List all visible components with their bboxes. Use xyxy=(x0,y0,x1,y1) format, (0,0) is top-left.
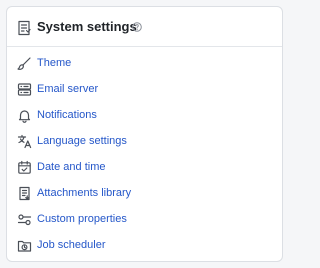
settings-item-label: Date and time xyxy=(37,161,106,173)
settings-item-label: Theme xyxy=(37,57,72,69)
settings-item-date-and-time[interactable]: Date and time xyxy=(7,155,282,181)
toggle-icon xyxy=(17,212,32,227)
settings-item-label: Language settings xyxy=(37,135,127,147)
settings-item-label: Email server xyxy=(37,83,99,95)
translate-icon xyxy=(17,134,32,149)
settings-item-attachments-library[interactable]: Attachments library xyxy=(7,181,282,207)
document-icon xyxy=(17,186,32,201)
system-settings-panel: System settings Theme Email server Notif… xyxy=(6,6,283,262)
settings-item-notifications[interactable]: Notifications xyxy=(7,103,282,129)
settings-item-email-server[interactable]: Email server xyxy=(7,77,282,103)
bell-icon xyxy=(17,108,32,123)
server-icon xyxy=(17,82,32,97)
page-title: System settings xyxy=(37,19,137,34)
settings-list: Theme Email server Notifications Languag… xyxy=(7,51,282,259)
folder-clock-icon xyxy=(17,238,32,253)
settings-item-custom-properties[interactable]: Custom properties xyxy=(7,207,282,233)
brush-icon xyxy=(17,56,32,71)
settings-item-label: Attachments library xyxy=(37,187,132,199)
panel-header: System settings xyxy=(7,7,282,47)
settings-item-label: Notifications xyxy=(37,109,97,121)
calendar-check-icon xyxy=(17,160,32,175)
settings-item-label: Job scheduler xyxy=(37,239,106,251)
help-icon[interactable] xyxy=(132,22,142,32)
settings-item-theme[interactable]: Theme xyxy=(7,51,282,77)
settings-item-label: Custom properties xyxy=(37,213,127,225)
settings-document-icon xyxy=(17,20,31,36)
settings-item-language-settings[interactable]: Language settings xyxy=(7,129,282,155)
settings-item-job-scheduler[interactable]: Job scheduler xyxy=(7,233,282,259)
